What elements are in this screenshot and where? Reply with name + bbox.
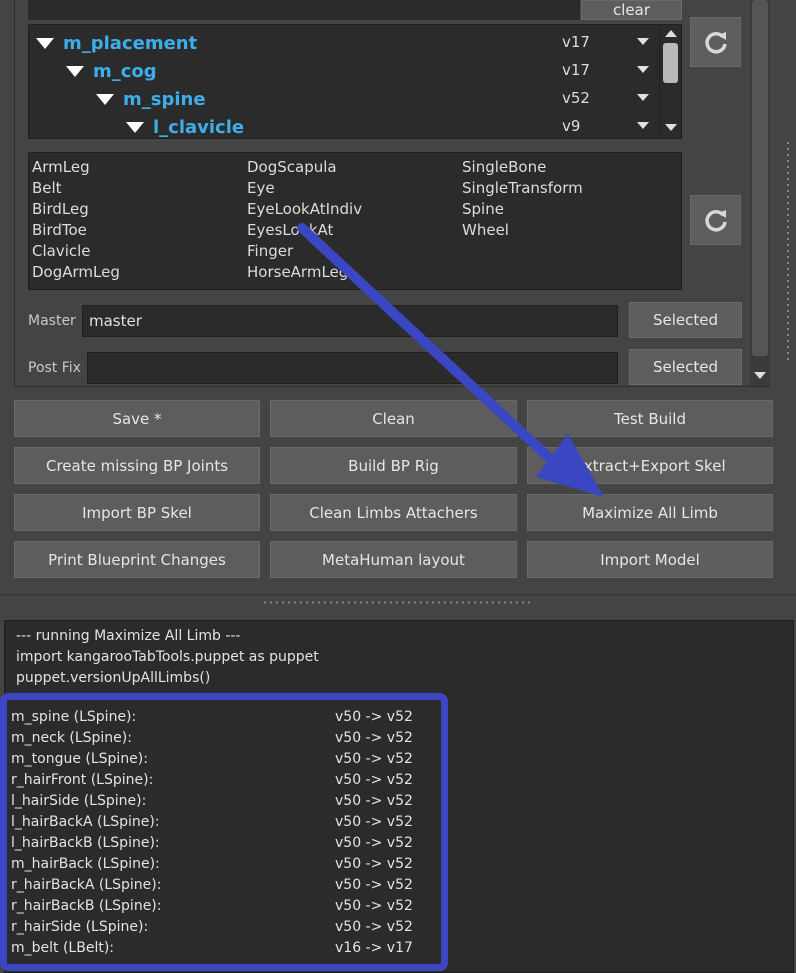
console-line: --- running Maximize All Limb ---	[16, 628, 241, 644]
tree-scroll-down-icon[interactable]	[665, 124, 677, 131]
tree-scrollbar[interactable]	[659, 25, 681, 138]
console-line: puppet.versionUpAllLimbs()	[16, 670, 211, 686]
list-item[interactable]: ArmLeg	[32, 158, 90, 176]
list-item[interactable]: SingleBone	[462, 158, 546, 176]
top-input-field[interactable]	[28, 0, 580, 20]
limb-types-list[interactable]: ArmLeg Belt BirdLeg BirdToe Clavicle Dog…	[28, 152, 682, 290]
tree-item-name: m_cog	[93, 60, 157, 82]
clean-button[interactable]: Clean	[270, 400, 517, 437]
master-input[interactable]: master	[82, 305, 618, 337]
list-item[interactable]: Clavicle	[32, 242, 91, 260]
list-item[interactable]: BirdLeg	[32, 200, 89, 218]
import-model-button[interactable]: Import Model	[527, 541, 773, 578]
tree-item-name: m_placement	[63, 32, 198, 54]
panel-scrollbar[interactable]	[750, 0, 770, 386]
version-dropdown-icon[interactable]	[637, 38, 649, 45]
create-missing-bp-joints-button[interactable]: Create missing BP Joints	[14, 447, 260, 484]
postfix-label: Post Fix	[28, 360, 81, 376]
list-item[interactable]: Wheel	[462, 221, 509, 239]
splitter-top-line	[0, 594, 796, 596]
tree-item-name: m_spine	[123, 88, 206, 110]
panel-scrollbar-handle[interactable]	[752, 0, 768, 356]
console-line: import kangarooTabTools.puppet as puppet	[16, 649, 319, 665]
tree-item-version: v17	[562, 33, 590, 51]
refresh-tree-button[interactable]	[690, 17, 741, 67]
list-item[interactable]: Eye	[247, 179, 275, 197]
save-button[interactable]: Save *	[14, 400, 260, 437]
list-item[interactable]: HorseArmLeg	[247, 263, 348, 281]
expand-triangle-icon[interactable]	[96, 93, 114, 105]
list-item[interactable]: DogArmLeg	[32, 263, 120, 281]
expand-triangle-icon[interactable]	[66, 65, 84, 77]
build-bp-rig-button[interactable]: Build BP Rig	[270, 447, 517, 484]
maximize-all-limb-button[interactable]: Maximize All Limb	[527, 494, 773, 531]
annotation-highlight-box	[0, 693, 448, 971]
refresh-icon	[704, 32, 727, 54]
clear-button[interactable]: clear	[581, 0, 682, 20]
clean-limbs-attachers-button[interactable]: Clean Limbs Attachers	[270, 494, 517, 531]
version-dropdown-icon[interactable]	[637, 122, 649, 129]
right-edge-grip[interactable]	[786, 140, 790, 360]
metahuman-layout-button[interactable]: MetaHuman layout	[270, 541, 517, 578]
list-item[interactable]: Belt	[32, 179, 62, 197]
refresh-icon	[704, 210, 727, 232]
list-item[interactable]: DogScapula	[247, 158, 337, 176]
refresh-limbs-button[interactable]	[690, 195, 741, 245]
expand-triangle-icon[interactable]	[36, 37, 54, 49]
panel-scroll-down-icon[interactable]	[754, 372, 766, 379]
panel-bottom-edge	[14, 386, 770, 387]
splitter-handle[interactable]	[262, 601, 534, 604]
list-item[interactable]: EyeLookAtIndiv	[247, 200, 362, 218]
postfix-selected-button[interactable]: Selected	[629, 349, 742, 385]
tree-item-version: v17	[562, 61, 590, 79]
list-item[interactable]: SingleTransform	[462, 179, 583, 197]
list-item[interactable]: BirdToe	[32, 221, 87, 239]
postfix-input[interactable]	[87, 352, 618, 384]
tree-scroll-up-icon[interactable]	[665, 30, 677, 37]
master-selected-button[interactable]: Selected	[629, 302, 742, 338]
print-blueprint-changes-button[interactable]: Print Blueprint Changes	[14, 541, 260, 578]
tree-item-name: l_clavicle	[153, 116, 245, 138]
test-build-button[interactable]: Test Build	[527, 400, 773, 437]
expand-triangle-icon[interactable]	[126, 121, 144, 133]
version-dropdown-icon[interactable]	[637, 66, 649, 73]
master-label: Master	[28, 313, 76, 329]
import-bp-skel-button[interactable]: Import BP Skel	[14, 494, 260, 531]
list-item[interactable]: EyesLookAt	[247, 221, 333, 239]
limb-tree-view[interactable]: m_placement v17 m_cog v17 m_spine v52 l_…	[28, 24, 682, 139]
tree-item-version: v52	[562, 89, 590, 107]
extract-export-skel-button[interactable]: Extract+Export Skel	[527, 447, 773, 484]
tree-item-version: v9	[562, 117, 581, 135]
panel-left-edge	[14, 0, 15, 386]
tree-scrollbar-handle[interactable]	[663, 43, 678, 83]
list-item[interactable]: Finger	[247, 242, 293, 260]
version-dropdown-icon[interactable]	[637, 94, 649, 101]
list-item[interactable]: Spine	[462, 200, 504, 218]
